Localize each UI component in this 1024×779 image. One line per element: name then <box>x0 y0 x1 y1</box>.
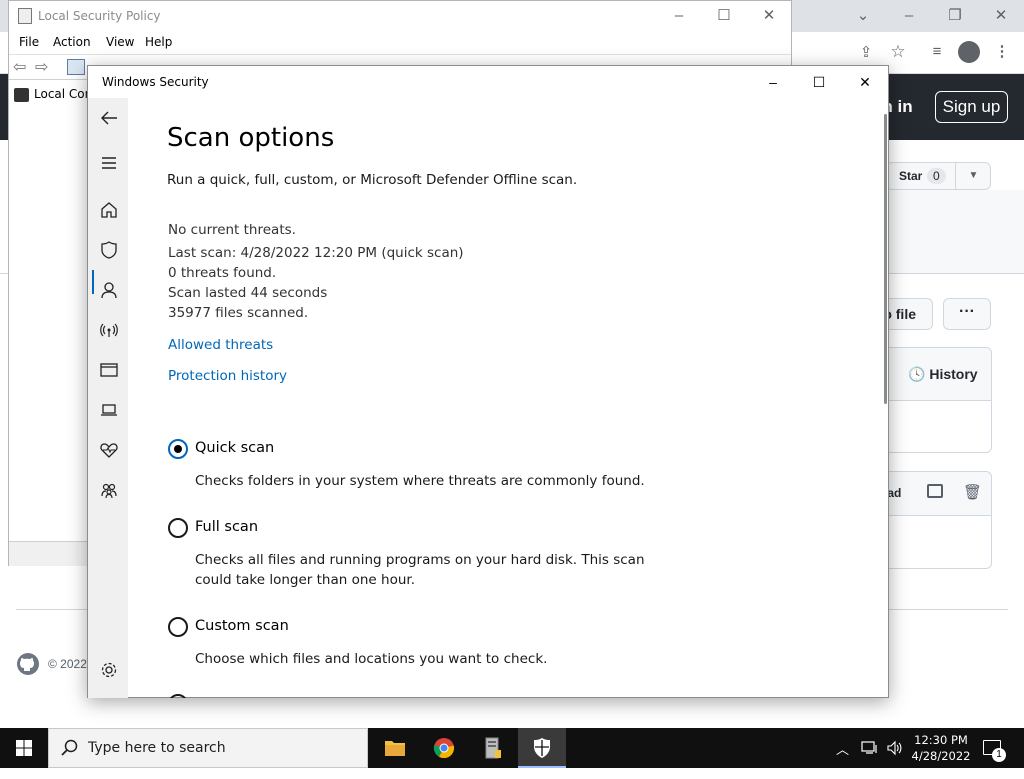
taskbar-file-explorer[interactable] <box>371 728 419 768</box>
footer-copyright: © 2022 <box>48 657 87 671</box>
search-icon <box>61 739 78 756</box>
taskbar-local-security-policy[interactable] <box>469 728 517 768</box>
history-label: History <box>929 366 978 382</box>
taskbar-clock[interactable]: 12:30 PM 4/28/2022 <box>906 732 976 764</box>
app-browser-control-icon[interactable] <box>98 359 120 381</box>
home-icon[interactable] <box>98 199 120 221</box>
volume-icon[interactable] <box>886 740 904 756</box>
custom-scan-label[interactable]: Custom scan <box>195 618 289 634</box>
forward-arrow-icon[interactable]: ⇨ <box>35 57 48 77</box>
page-title: Scan options <box>167 123 335 153</box>
github-sign-up-button[interactable]: Sign up <box>935 91 1008 123</box>
security-settings-icon <box>14 88 29 102</box>
hamburger-menu-icon[interactable] <box>98 152 120 174</box>
family-options-icon[interactable] <box>98 479 120 501</box>
github-logo-icon[interactable] <box>16 652 40 676</box>
show-hide-console-tree-icon[interactable] <box>67 59 85 75</box>
firewall-network-icon[interactable] <box>98 319 120 341</box>
account-person-icon[interactable] <box>98 279 120 301</box>
tab-search-chevron-icon[interactable]: ⌄ <box>851 6 875 26</box>
maximize-icon[interactable]: ☐ <box>796 70 842 94</box>
threat-status-text: No current threats. <box>168 222 296 238</box>
repo-header-background <box>886 190 1024 274</box>
star-count: 0 <box>927 168 946 184</box>
close-icon[interactable]: ✕ <box>989 6 1013 26</box>
mmc-app-icon <box>18 8 32 24</box>
page-subtitle: Run a quick, full, custom, or Microsoft … <box>167 172 578 188</box>
offline-scan-radio-partial[interactable] <box>168 694 188 698</box>
taskbar-windows-security[interactable] <box>518 728 566 768</box>
shield-icon[interactable] <box>98 239 120 261</box>
reading-list-icon[interactable]: ≡ <box>925 42 949 62</box>
menu-kebab-icon[interactable]: ⋮ <box>990 42 1014 62</box>
star-label: Star <box>899 169 923 183</box>
protection-history-link[interactable]: Protection history <box>168 368 287 384</box>
minimize-icon[interactable]: – <box>897 6 921 26</box>
back-arrow-icon[interactable]: ⇦ <box>13 57 26 77</box>
close-icon[interactable]: ✕ <box>842 70 888 94</box>
navigation-sidebar <box>88 98 128 698</box>
bookmark-star-icon[interactable]: ☆ <box>886 42 910 62</box>
full-scan-label[interactable]: Full scan <box>195 519 258 535</box>
history-clock-icon: 🕓 <box>908 366 926 382</box>
server-policy-icon <box>485 737 501 759</box>
selected-indicator <box>92 270 94 294</box>
minimize-icon[interactable]: – <box>667 6 691 26</box>
menu-help[interactable]: Help <box>145 35 172 49</box>
star-button[interactable]: Star 0 ▼ <box>886 162 991 190</box>
star-dropdown-icon[interactable]: ▼ <box>955 163 991 189</box>
settings-gear-icon[interactable] <box>98 659 120 681</box>
scan-options-page: Scan options Run a quick, full, custom, … <box>128 98 888 698</box>
full-scan-description: Checks all files and running programs on… <box>195 552 645 588</box>
allowed-threats-link[interactable]: Allowed threats <box>168 337 273 353</box>
more-options-button[interactable]: ··· <box>943 298 991 330</box>
maximize-icon[interactable]: ☐ <box>712 6 736 26</box>
show-hidden-icons-chevron[interactable]: ︿ <box>836 739 849 779</box>
quick-scan-label[interactable]: Quick scan <box>195 440 274 456</box>
share-icon[interactable]: ⇪ <box>854 43 878 63</box>
chrome-icon <box>433 738 455 759</box>
trash-icon[interactable]: 🗑 <box>963 483 982 501</box>
history-link[interactable]: 🕓 History <box>908 366 978 383</box>
close-icon[interactable]: ✕ <box>757 6 781 26</box>
last-scan-text: Last scan: 4/28/2022 12:20 PM (quick sca… <box>168 245 464 261</box>
window-title: Windows Security <box>102 75 209 89</box>
back-arrow-icon[interactable] <box>98 107 120 129</box>
custom-scan-radio[interactable] <box>168 617 188 637</box>
device-health-heart-icon[interactable] <box>98 439 120 461</box>
scan-duration-text: Scan lasted 44 seconds <box>168 285 328 301</box>
device-security-laptop-icon[interactable] <box>98 399 120 421</box>
windows-security-window: Windows Security – ☐ ✕ Scan options Run … <box>87 65 889 698</box>
quick-scan-description: Checks folders in your system where thre… <box>195 473 645 489</box>
profile-avatar-icon[interactable] <box>958 41 980 63</box>
taskbar-chrome[interactable] <box>420 728 468 768</box>
vertical-scrollbar[interactable] <box>884 114 887 404</box>
files-scanned-text: 35977 files scanned. <box>168 305 309 321</box>
search-placeholder: Type here to search <box>88 740 226 756</box>
folder-icon <box>385 741 405 756</box>
taskbar: Type here to search ︿ 12:30 PM 4/28/2022… <box>0 728 1024 768</box>
clock-date: 4/28/2022 <box>911 749 971 763</box>
windows-logo-icon <box>16 740 32 756</box>
taskbar-search-box[interactable]: Type here to search <box>48 728 368 768</box>
shield-icon <box>534 738 550 758</box>
quick-scan-radio[interactable] <box>168 439 188 459</box>
menu-bar: File Action View Help <box>9 31 791 53</box>
menu-view[interactable]: View <box>106 35 134 49</box>
desktop-icon[interactable] <box>927 484 943 498</box>
network-icon[interactable] <box>861 741 879 755</box>
custom-scan-description: Choose which files and locations you wan… <box>195 651 548 667</box>
threats-found-text: 0 threats found. <box>168 265 277 281</box>
menu-file[interactable]: File <box>19 35 39 49</box>
full-scan-radio[interactable] <box>168 518 188 538</box>
menu-action[interactable]: Action <box>53 35 91 49</box>
notification-badge: 1 <box>992 748 1006 762</box>
window-title: Local Security Policy <box>38 9 161 23</box>
restore-icon[interactable]: ❐ <box>943 6 967 26</box>
start-button[interactable] <box>0 728 48 768</box>
minimize-icon[interactable]: – <box>750 70 796 94</box>
clock-time: 12:30 PM <box>914 733 968 747</box>
